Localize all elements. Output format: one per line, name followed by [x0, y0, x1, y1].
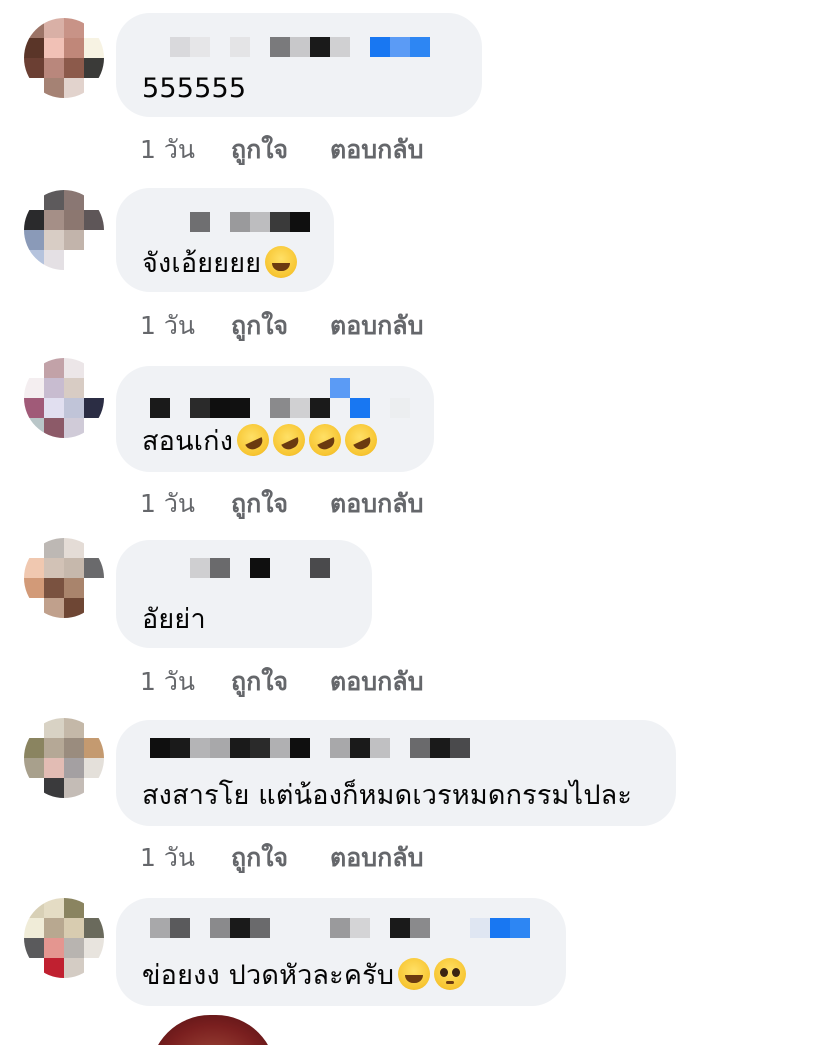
comment-timestamp[interactable]: 1 วัน: [140, 484, 195, 524]
comment-bubble: อัยย่า: [116, 540, 372, 648]
rofl-emoji: [267, 418, 311, 462]
comment-text: อัยย่า: [142, 602, 206, 638]
comment-timestamp[interactable]: 1 วัน: [140, 130, 195, 170]
like-button[interactable]: ถูกใจ: [231, 662, 288, 702]
comment-bubble: ข่อยงง ปวดหัวละครับ: [116, 898, 566, 1006]
commenter-avatar[interactable]: [24, 538, 104, 618]
comment-text: ข่อยงง ปวดหัวละครับ: [142, 958, 467, 994]
reply-button[interactable]: ตอบกลับ: [330, 306, 423, 346]
comment-text: สอนเก่ง: [142, 418, 383, 462]
comment-actions: 1 วัน ถูกใจ ตอบกลับ: [140, 838, 423, 878]
comment-actions: 1 วัน ถูกใจ ตอบกลับ: [140, 306, 423, 346]
commenter-avatar[interactable]: [24, 718, 104, 798]
comment-bubble: 555555: [116, 13, 482, 117]
comment-bubble: สงสารโย แต่น้องก็หมดเวรหมดกรรมไปละ: [116, 720, 676, 826]
next-commenter-avatar[interactable]: [150, 1015, 276, 1045]
comment-thread: 555555 1 วัน ถูกใจ ตอบกลับ จังเอ้ยยยย 1 …: [0, 0, 828, 1045]
comment-timestamp[interactable]: 1 วัน: [140, 838, 195, 878]
reply-button[interactable]: ตอบกลับ: [330, 484, 423, 524]
commenter-avatar[interactable]: [24, 190, 104, 270]
comment-text-content: ข่อยงง ปวดหัวละครับ: [142, 960, 395, 991]
like-button[interactable]: ถูกใจ: [231, 838, 288, 878]
like-button[interactable]: ถูกใจ: [231, 306, 288, 346]
grinning-sweat-emoji: [265, 246, 298, 278]
comment-text: จังเอ้ยยยย: [142, 246, 298, 282]
commenter-avatar[interactable]: [24, 18, 104, 98]
commenter-avatar[interactable]: [24, 898, 104, 978]
comment-actions: 1 วัน ถูกใจ ตอบกลับ: [140, 662, 423, 702]
commenter-avatar[interactable]: [24, 358, 104, 438]
pleading-emoji: [434, 958, 467, 990]
like-button[interactable]: ถูกใจ: [231, 484, 288, 524]
joy-emoji: [398, 958, 431, 990]
comment-actions: 1 วัน ถูกใจ ตอบกลับ: [140, 130, 423, 170]
comment-actions: 1 วัน ถูกใจ ตอบกลับ: [140, 484, 423, 524]
like-button[interactable]: ถูกใจ: [231, 130, 288, 170]
comment-text: 555555: [142, 71, 246, 107]
comment-text-content: สงสารโย แต่น้องก็หมดเวรหมดกรรมไปละ: [142, 780, 633, 811]
comment-timestamp[interactable]: 1 วัน: [140, 662, 195, 702]
reply-button[interactable]: ตอบกลับ: [330, 662, 423, 702]
comment-text-content: จังเอ้ยยยย: [142, 248, 262, 279]
comment-text-content: สอนเก่ง: [142, 426, 234, 457]
comment-text: สงสารโย แต่น้องก็หมดเวรหมดกรรมไปละ: [142, 778, 632, 814]
comment-text-content: อัยย่า: [142, 604, 206, 635]
rofl-emoji: [339, 418, 383, 462]
comment-bubble: สอนเก่ง: [116, 366, 434, 472]
comment-text-content: 555555: [142, 73, 247, 104]
comment-bubble: จังเอ้ยยยย: [116, 188, 334, 292]
comment-timestamp[interactable]: 1 วัน: [140, 306, 195, 346]
rofl-emoji: [303, 418, 347, 462]
reply-button[interactable]: ตอบกลับ: [330, 838, 423, 878]
reply-button[interactable]: ตอบกลับ: [330, 130, 423, 170]
rofl-emoji: [231, 418, 275, 462]
